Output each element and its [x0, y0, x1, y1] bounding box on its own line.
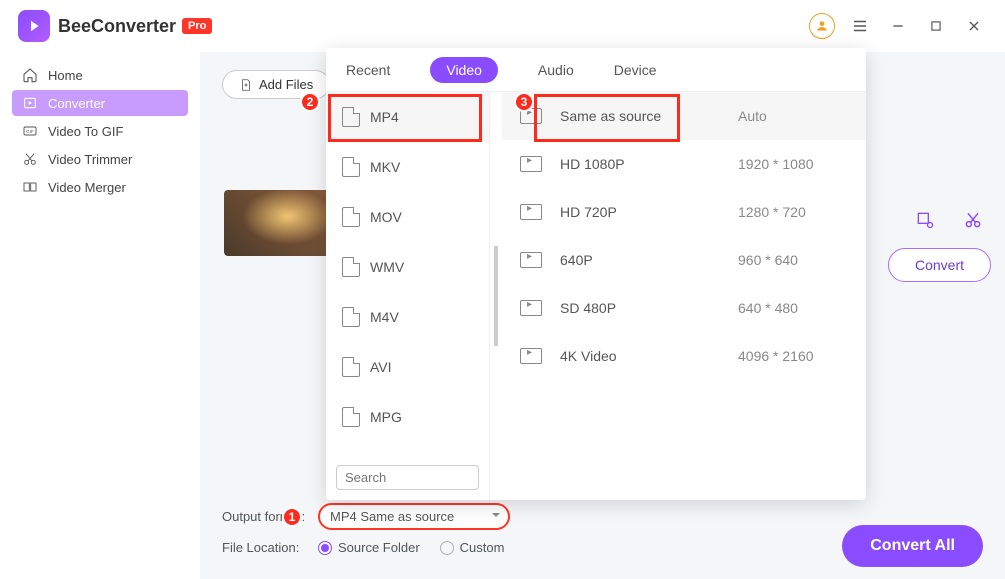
- output-format-value: MP4 Same as source: [330, 509, 454, 524]
- output-format-select[interactable]: MP4 Same as source: [318, 503, 510, 530]
- home-icon: [22, 67, 38, 83]
- converter-icon: [22, 95, 38, 111]
- titlebar: BeeConverter Pro: [0, 0, 1005, 52]
- format-search-input[interactable]: [336, 465, 479, 490]
- video-thumbnail[interactable]: [224, 190, 330, 256]
- file-icon: [342, 407, 360, 427]
- radio-icon: [440, 541, 454, 555]
- settings-icon[interactable]: [915, 210, 935, 230]
- size-720p[interactable]: HD 720P1280 * 720: [502, 188, 866, 236]
- panel-tab-video[interactable]: Video: [430, 57, 498, 83]
- size-list: Same as sourceAuto HD 1080P1920 * 1080 H…: [502, 92, 866, 500]
- file-icon: [342, 257, 360, 277]
- file-location-label: File Location:: [222, 540, 318, 555]
- video-icon: [520, 300, 542, 316]
- format-m4v[interactable]: M4V: [326, 292, 489, 342]
- sidebar: Home Converter GIF Video To GIF Video Tr…: [0, 52, 200, 579]
- video-icon: [520, 252, 542, 268]
- panel-tab-recent[interactable]: Recent: [346, 62, 390, 78]
- app-name: BeeConverter: [58, 16, 176, 37]
- annotation-2: 2: [300, 92, 320, 112]
- close-icon[interactable]: [961, 13, 987, 39]
- scissors-icon[interactable]: [963, 210, 983, 230]
- panel-tab-audio[interactable]: Audio: [538, 62, 574, 78]
- video-icon: [520, 156, 542, 172]
- edition-badge: Pro: [182, 18, 212, 34]
- video-icon: [520, 204, 542, 220]
- format-wmv[interactable]: WMV: [326, 242, 489, 292]
- size-480p[interactable]: SD 480P640 * 480: [502, 284, 866, 332]
- size-4k[interactable]: 4K Video4096 * 2160: [502, 332, 866, 380]
- annotation-3: 3: [514, 92, 534, 112]
- format-scrollbar[interactable]: [492, 98, 500, 494]
- output-format-label: Output format:: [222, 509, 318, 524]
- trimmer-icon: [22, 151, 38, 167]
- format-mov[interactable]: MOV: [326, 192, 489, 242]
- maximize-icon[interactable]: [923, 13, 949, 39]
- menu-icon[interactable]: [847, 13, 873, 39]
- radio-icon: [318, 541, 332, 555]
- format-mpg[interactable]: MPG: [326, 392, 489, 442]
- format-panel: Recent Video Audio Device MP4 MKV MOV WM…: [326, 48, 866, 500]
- gif-icon: GIF: [22, 123, 38, 139]
- convert-all-button[interactable]: Convert All: [842, 525, 983, 567]
- size-640p[interactable]: 640P960 * 640: [502, 236, 866, 284]
- sidebar-item-video-merger[interactable]: Video Merger: [12, 174, 188, 200]
- sidebar-item-label: Converter: [48, 96, 105, 111]
- sidebar-item-label: Video Trimmer: [48, 152, 132, 167]
- minimize-icon[interactable]: [885, 13, 911, 39]
- file-icon: [342, 207, 360, 227]
- format-avi[interactable]: AVI: [326, 342, 489, 392]
- sidebar-item-label: Video Merger: [48, 180, 126, 195]
- location-source-folder[interactable]: Source Folder: [318, 540, 420, 555]
- app-logo: [18, 10, 50, 42]
- sidebar-item-video-to-gif[interactable]: GIF Video To GIF: [12, 118, 188, 144]
- merger-icon: [22, 179, 38, 195]
- format-mkv[interactable]: MKV: [326, 142, 489, 192]
- file-icon: [342, 357, 360, 377]
- account-icon[interactable]: [809, 13, 835, 39]
- add-files-label: Add Files: [259, 77, 313, 92]
- sidebar-item-label: Home: [48, 68, 83, 83]
- svg-text:GIF: GIF: [26, 129, 34, 134]
- add-file-icon: [239, 78, 253, 92]
- sidebar-item-home[interactable]: Home: [12, 62, 188, 88]
- file-icon: [342, 157, 360, 177]
- size-same-as-source[interactable]: Same as sourceAuto: [502, 92, 866, 140]
- convert-button[interactable]: Convert: [888, 248, 991, 282]
- annotation-1: 1: [282, 507, 302, 527]
- sidebar-item-converter[interactable]: Converter: [12, 90, 188, 116]
- panel-tab-device[interactable]: Device: [614, 62, 657, 78]
- sidebar-item-label: Video To GIF: [48, 124, 123, 139]
- location-custom[interactable]: Custom: [440, 540, 505, 555]
- format-list: MP4 MKV MOV WMV M4V AVI MPG: [326, 92, 490, 500]
- file-icon: [342, 107, 360, 127]
- sidebar-item-video-trimmer[interactable]: Video Trimmer: [12, 146, 188, 172]
- video-icon: [520, 348, 542, 364]
- file-icon: [342, 307, 360, 327]
- size-1080p[interactable]: HD 1080P1920 * 1080: [502, 140, 866, 188]
- format-mp4[interactable]: MP4: [326, 92, 489, 142]
